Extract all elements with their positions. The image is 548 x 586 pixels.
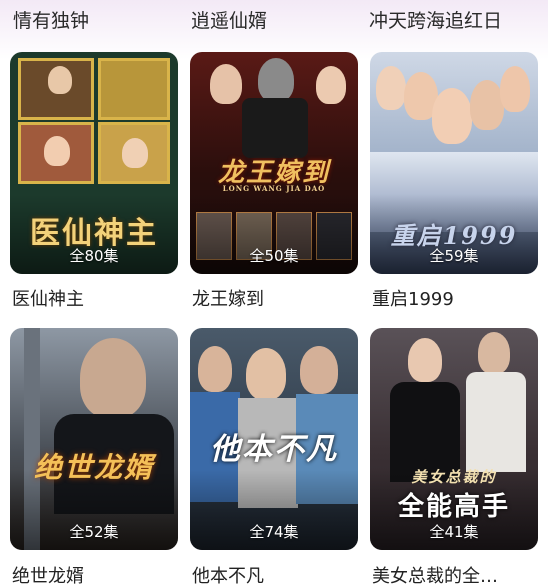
poster-art-pretitle: 美女总裁的 [411, 468, 497, 486]
drama-card-taben[interactable]: 他本不凡 全74集 [190, 328, 358, 550]
episode-count: 全80集 [69, 247, 119, 265]
poster-art-title: 全能高手 [397, 492, 510, 522]
poster-panel [98, 58, 170, 120]
actor-shirt [466, 372, 526, 472]
episode-count: 全74集 [249, 523, 299, 541]
drama-title-chongqi[interactable]: 重启1999 [372, 285, 454, 311]
drama-title-yixian[interactable]: 医仙神主 [12, 285, 84, 311]
poster-art-title: 绝世龙婿 [33, 451, 154, 484]
episode-count: 全41集 [429, 523, 479, 541]
episode-count: 全59集 [429, 247, 479, 265]
drama-card-jueshi[interactable]: 绝世龙婿 全52集 [10, 328, 178, 550]
actor-face [470, 80, 504, 130]
drama-card-chongqi[interactable]: 重启1999 全59集 [370, 52, 538, 274]
actor-face [500, 66, 530, 112]
drama-title-qingyoudu[interactable]: 情有独钟 [13, 6, 89, 33]
drama-title-longwang[interactable]: 龙王嫁到 [192, 285, 264, 311]
actor-face [478, 332, 510, 374]
drama-title-xiaoyao[interactable]: 逍遥仙婿 [191, 6, 267, 33]
poster-art-title: 他本不凡 [210, 432, 338, 467]
actor-face [210, 64, 242, 104]
armored-figure [242, 98, 308, 158]
drama-card-yixian[interactable]: 医仙神主 全80集 [10, 52, 178, 274]
actor-face [48, 66, 72, 94]
episode-count: 全52集 [69, 523, 119, 541]
actor-face [432, 88, 472, 144]
drama-card-longwang[interactable]: 龙王嫁到 LONG WANG JIA DAO 全50集 [190, 52, 358, 274]
actor-face [376, 66, 406, 110]
drama-title-jueshi[interactable]: 绝世龙婿 [12, 562, 84, 586]
actor-face [246, 348, 286, 400]
actor-face [316, 66, 346, 104]
drama-title-chongtian[interactable]: 冲天跨海追红日 [369, 6, 502, 33]
actor-face [198, 346, 232, 392]
episode-count: 全50集 [249, 247, 299, 265]
actor-face [258, 58, 294, 102]
actor-face [300, 346, 338, 394]
poster-art-subtitle: LONG WANG JIA DAO [222, 184, 326, 193]
actor-face [408, 338, 442, 382]
actor-face [44, 136, 70, 166]
previous-row-titles: 情有独钟 逍遥仙婿 冲天跨海追红日 [0, 0, 548, 44]
actor-face [122, 138, 148, 168]
drama-card-meinv[interactable]: 美女总裁的 全能高手 全41集 [370, 328, 538, 550]
actor-face [80, 338, 146, 418]
drama-title-taben[interactable]: 他本不凡 [192, 562, 264, 586]
drama-title-meinv[interactable]: 美女总裁的全… [372, 562, 498, 586]
